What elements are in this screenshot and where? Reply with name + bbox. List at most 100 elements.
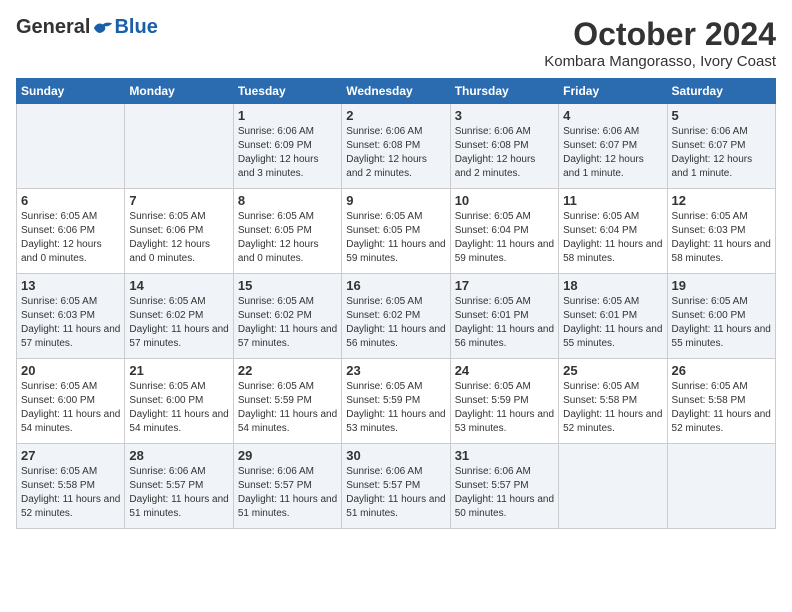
- day-detail: Sunrise: 6:05 AM Sunset: 5:59 PM Dayligh…: [455, 380, 554, 436]
- calendar-table: SundayMondayTuesdayWednesdayThursdayFrid…: [16, 78, 776, 529]
- day-detail: Sunrise: 6:06 AM Sunset: 5:57 PM Dayligh…: [129, 465, 228, 521]
- calendar-cell: 29 Sunrise: 6:06 AM Sunset: 5:57 PM Dayli…: [233, 444, 341, 529]
- calendar-cell: 26Sunrise: 6:05 AM Sunset: 5:58 PM Dayli…: [667, 359, 775, 444]
- day-number: 15: [238, 278, 337, 293]
- calendar-cell: 22Sunrise: 6:05 AM Sunset: 5:59 PM Dayli…: [233, 359, 341, 444]
- month-title: October 2024: [544, 16, 776, 53]
- calendar-cell: [667, 444, 775, 529]
- day-number: 5: [672, 108, 771, 123]
- calendar-cell: 1 Sunrise: 6:06 AM Sunset: 6:09 PM Daylig…: [233, 104, 341, 189]
- day-detail: Sunrise: 6:06 AM Sunset: 6:07 PM Dayligh…: [563, 125, 662, 181]
- day-detail: Sunrise: 6:05 AM Sunset: 6:05 PM Dayligh…: [346, 210, 445, 266]
- calendar-cell: 2 Sunrise: 6:06 AM Sunset: 6:08 PM Daylig…: [342, 104, 450, 189]
- logo-general-text: General: [16, 16, 90, 39]
- day-detail: Sunrise: 6:06 AM Sunset: 5:57 PM Dayligh…: [346, 465, 445, 521]
- day-number: 27: [21, 448, 120, 463]
- calendar-cell: 20 Sunrise: 6:05 AM Sunset: 6:00 PM Dayli…: [17, 359, 125, 444]
- calendar-cell: 19Sunrise: 6:05 AM Sunset: 6:00 PM Dayli…: [667, 274, 775, 359]
- calendar-cell: 25 Sunrise: 6:05 AM Sunset: 5:58 PM Dayli…: [559, 359, 667, 444]
- calendar-cell: 23 Sunrise: 6:05 AM Sunset: 5:59 PM Dayli…: [342, 359, 450, 444]
- weekday-header: Friday: [559, 79, 667, 104]
- day-number: 19: [672, 278, 771, 293]
- day-detail: Sunrise: 6:05 AM Sunset: 5:59 PM Dayligh…: [346, 380, 445, 436]
- calendar-cell: 31Sunrise: 6:06 AM Sunset: 5:57 PM Dayli…: [450, 444, 558, 529]
- day-number: 12: [672, 193, 771, 208]
- page-header: General Blue October 2024 Kombara Mangor…: [16, 16, 776, 70]
- day-detail: Sunrise: 6:05 AM Sunset: 6:02 PM Dayligh…: [129, 295, 228, 351]
- day-number: 2: [346, 108, 445, 123]
- calendar-cell: 15Sunrise: 6:05 AM Sunset: 6:02 PM Dayli…: [233, 274, 341, 359]
- day-detail: Sunrise: 6:06 AM Sunset: 5:57 PM Dayligh…: [455, 465, 554, 521]
- weekday-header: Wednesday: [342, 79, 450, 104]
- day-detail: Sunrise: 6:06 AM Sunset: 6:08 PM Dayligh…: [346, 125, 445, 181]
- calendar-cell: 12 Sunrise: 6:05 AM Sunset: 6:03 PM Dayli…: [667, 189, 775, 274]
- day-number: 13: [21, 278, 120, 293]
- calendar-cell: 11Sunrise: 6:05 AM Sunset: 6:04 PM Dayli…: [559, 189, 667, 274]
- day-detail: Sunrise: 6:06 AM Sunset: 6:09 PM Dayligh…: [238, 125, 337, 181]
- logo: General Blue: [16, 16, 158, 39]
- calendar-cell: 18 Sunrise: 6:05 AM Sunset: 6:01 PM Dayli…: [559, 274, 667, 359]
- day-detail: Sunrise: 6:05 AM Sunset: 6:03 PM Dayligh…: [21, 295, 120, 351]
- day-number: 10: [455, 193, 554, 208]
- weekday-header: Saturday: [667, 79, 775, 104]
- day-detail: Sunrise: 6:05 AM Sunset: 6:03 PM Dayligh…: [672, 210, 771, 266]
- calendar-cell: 13 Sunrise: 6:05 AM Sunset: 6:03 PM Dayli…: [17, 274, 125, 359]
- day-number: 18: [563, 278, 662, 293]
- calendar-cell: 9 Sunrise: 6:05 AM Sunset: 6:05 PM Daylig…: [342, 189, 450, 274]
- day-detail: Sunrise: 6:05 AM Sunset: 5:59 PM Dayligh…: [238, 380, 337, 436]
- day-number: 7: [129, 193, 228, 208]
- day-detail: Sunrise: 6:05 AM Sunset: 6:00 PM Dayligh…: [129, 380, 228, 436]
- calendar-cell: 3Sunrise: 6:06 AM Sunset: 6:08 PM Daylig…: [450, 104, 558, 189]
- day-detail: Sunrise: 6:05 AM Sunset: 6:01 PM Dayligh…: [563, 295, 662, 351]
- title-section: October 2024 Kombara Mangorasso, Ivory C…: [544, 16, 776, 70]
- day-number: 16: [346, 278, 445, 293]
- day-number: 21: [129, 363, 228, 378]
- day-detail: Sunrise: 6:05 AM Sunset: 6:02 PM Dayligh…: [346, 295, 445, 351]
- calendar-cell: 17 Sunrise: 6:05 AM Sunset: 6:01 PM Dayli…: [450, 274, 558, 359]
- day-number: 14: [129, 278, 228, 293]
- weekday-header: Sunday: [17, 79, 125, 104]
- calendar-cell: 21 Sunrise: 6:05 AM Sunset: 6:00 PM Dayli…: [125, 359, 233, 444]
- day-number: 30: [346, 448, 445, 463]
- day-detail: Sunrise: 6:05 AM Sunset: 6:05 PM Dayligh…: [238, 210, 337, 266]
- day-number: 9: [346, 193, 445, 208]
- day-number: 17: [455, 278, 554, 293]
- calendar-cell: 4 Sunrise: 6:06 AM Sunset: 6:07 PM Daylig…: [559, 104, 667, 189]
- calendar-cell: 27 Sunrise: 6:05 AM Sunset: 5:58 PM Dayli…: [17, 444, 125, 529]
- calendar-cell: 28 Sunrise: 6:06 AM Sunset: 5:57 PM Dayli…: [125, 444, 233, 529]
- day-number: 20: [21, 363, 120, 378]
- day-number: 28: [129, 448, 228, 463]
- day-detail: Sunrise: 6:05 AM Sunset: 5:58 PM Dayligh…: [563, 380, 662, 436]
- calendar-week-row: 6 Sunrise: 6:05 AM Sunset: 6:06 PM Daylig…: [17, 189, 776, 274]
- weekday-header: Monday: [125, 79, 233, 104]
- day-detail: Sunrise: 6:05 AM Sunset: 6:06 PM Dayligh…: [21, 210, 120, 266]
- logo-bird-icon: [92, 19, 114, 37]
- day-number: 29: [238, 448, 337, 463]
- weekday-header-row: SundayMondayTuesdayWednesdayThursdayFrid…: [17, 79, 776, 104]
- day-detail: Sunrise: 6:05 AM Sunset: 6:04 PM Dayligh…: [455, 210, 554, 266]
- day-number: 26: [672, 363, 771, 378]
- day-number: 23: [346, 363, 445, 378]
- calendar-week-row: 20 Sunrise: 6:05 AM Sunset: 6:00 PM Dayli…: [17, 359, 776, 444]
- calendar-cell: 14 Sunrise: 6:05 AM Sunset: 6:02 PM Dayli…: [125, 274, 233, 359]
- weekday-header: Tuesday: [233, 79, 341, 104]
- day-detail: Sunrise: 6:05 AM Sunset: 6:01 PM Dayligh…: [455, 295, 554, 351]
- calendar-cell: 16 Sunrise: 6:05 AM Sunset: 6:02 PM Dayli…: [342, 274, 450, 359]
- day-detail: Sunrise: 6:05 AM Sunset: 5:58 PM Dayligh…: [21, 465, 120, 521]
- day-detail: Sunrise: 6:06 AM Sunset: 6:07 PM Dayligh…: [672, 125, 771, 181]
- day-number: 25: [563, 363, 662, 378]
- calendar-cell: [559, 444, 667, 529]
- day-number: 11: [563, 193, 662, 208]
- day-detail: Sunrise: 6:05 AM Sunset: 6:00 PM Dayligh…: [21, 380, 120, 436]
- day-number: 24: [455, 363, 554, 378]
- calendar-week-row: 13 Sunrise: 6:05 AM Sunset: 6:03 PM Dayli…: [17, 274, 776, 359]
- day-number: 1: [238, 108, 337, 123]
- day-number: 4: [563, 108, 662, 123]
- calendar-cell: [17, 104, 125, 189]
- day-number: 6: [21, 193, 120, 208]
- weekday-header: Thursday: [450, 79, 558, 104]
- calendar-cell: 7Sunrise: 6:05 AM Sunset: 6:06 PM Daylig…: [125, 189, 233, 274]
- calendar-cell: 8Sunrise: 6:05 AM Sunset: 6:05 PM Daylig…: [233, 189, 341, 274]
- day-detail: Sunrise: 6:06 AM Sunset: 6:08 PM Dayligh…: [455, 125, 554, 181]
- day-detail: Sunrise: 6:06 AM Sunset: 5:57 PM Dayligh…: [238, 465, 337, 521]
